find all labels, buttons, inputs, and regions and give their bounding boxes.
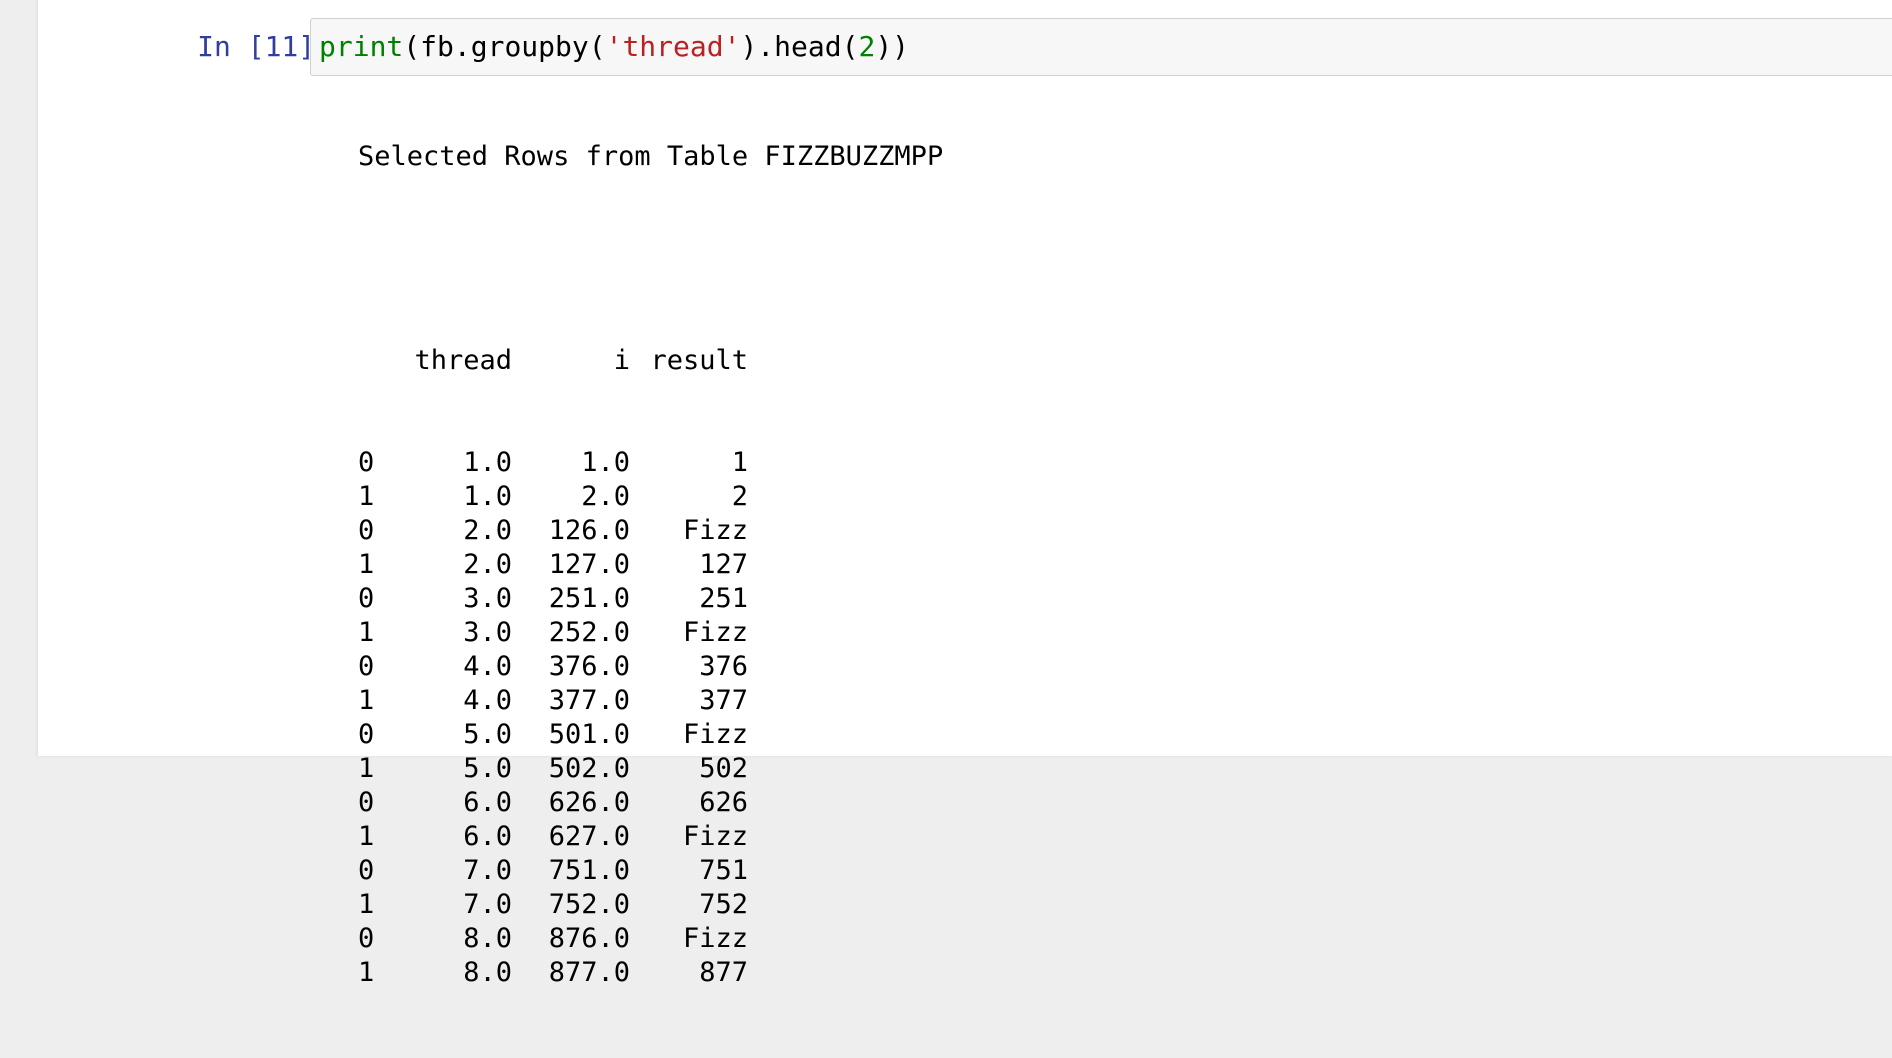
- cell-thread: 6.0: [463, 821, 512, 852]
- cell-thread: 6.0: [463, 787, 512, 818]
- cell-i: 876.0: [548, 923, 630, 954]
- cell-thread: 1.0: [463, 447, 512, 478]
- cell-i: 877.0: [548, 957, 630, 988]
- row-index: 1: [358, 889, 375, 920]
- code-token-call: fb.groupby(: [420, 30, 606, 63]
- output-row: 0 3.0 251.0 251: [358, 582, 943, 616]
- output-title: Selected Rows from Table FIZZBUZZMPP: [358, 141, 944, 172]
- cell-i: 1.0: [581, 447, 630, 478]
- row-index: 0: [358, 719, 375, 750]
- row-index: 0: [358, 787, 375, 818]
- code-token-number: 2: [858, 30, 876, 63]
- output-row: 0 5.0 501.0 Fizz: [358, 718, 943, 752]
- output-row: 1 3.0 252.0 Fizz: [358, 616, 943, 650]
- row-index: 0: [358, 447, 375, 478]
- cell-result: 127: [699, 549, 748, 580]
- cell-thread: 1.0: [463, 481, 512, 512]
- row-index: 1: [358, 821, 375, 852]
- code-token-string: 'thread': [605, 30, 741, 63]
- output-row: 0 6.0 626.0 626: [358, 786, 943, 820]
- cell-i: 2.0: [581, 481, 630, 512]
- column-header-result: result: [650, 345, 748, 376]
- cell-i: 252.0: [548, 617, 630, 648]
- row-index: 1: [358, 617, 375, 648]
- column-header-i: i: [613, 345, 630, 376]
- output-row: 0 1.0 1.0 1: [358, 446, 943, 480]
- cell-thread: 8.0: [463, 923, 512, 954]
- cell-result: 377: [699, 685, 748, 716]
- cell-i: 751.0: [548, 855, 630, 886]
- output-row: 0 8.0 876.0 Fizz: [358, 922, 943, 956]
- cell-i: 502.0: [548, 753, 630, 784]
- cell-thread: 3.0: [463, 583, 512, 614]
- cell-result: 1: [731, 447, 748, 478]
- output-rows: 0 1.0 1.0 1 1 1.0 2.0 2 0 2.0 126.0 Fizz 1 2.0 127.0 12…: [358, 446, 943, 990]
- cell-thread: 4.0: [463, 651, 512, 682]
- cell-thread: 5.0: [463, 719, 512, 750]
- cell-result: 626: [699, 787, 748, 818]
- code-token-method: ).head(: [740, 30, 859, 63]
- row-index: 0: [358, 923, 375, 954]
- cell-output: Selected Rows from Table FIZZBUZZMPP thr…: [358, 72, 943, 1058]
- cell-result: Fizz: [682, 617, 748, 648]
- cell-result: 251: [699, 583, 748, 614]
- cell-result: Fizz: [682, 719, 748, 750]
- output-blank-line: [358, 242, 943, 276]
- cell-thread: 4.0: [463, 685, 512, 716]
- cell-result: Fizz: [682, 923, 748, 954]
- cell-result: 376: [699, 651, 748, 682]
- code-token-paren: (: [403, 30, 421, 63]
- column-header-index: [358, 344, 408, 378]
- row-index: 0: [358, 855, 375, 886]
- cell-thread: 3.0: [463, 617, 512, 648]
- output-row: 1 5.0 502.0 502: [358, 752, 943, 786]
- cell-thread: 8.0: [463, 957, 512, 988]
- cell-thread: 2.0: [463, 549, 512, 580]
- row-index: 1: [358, 753, 375, 784]
- cell-result: Fizz: [682, 821, 748, 852]
- cell-i: 377.0: [548, 685, 630, 716]
- cell-result: 502: [699, 753, 748, 784]
- output-row: 1 7.0 752.0 752: [358, 888, 943, 922]
- cell-i: 627.0: [548, 821, 630, 852]
- output-row: 1 1.0 2.0 2: [358, 480, 943, 514]
- cell-i: 752.0: [548, 889, 630, 920]
- output-row: 1 6.0 627.0 Fizz: [358, 820, 943, 854]
- row-index: 0: [358, 651, 375, 682]
- cell-i: 251.0: [548, 583, 630, 614]
- cell-result: 2: [731, 481, 748, 512]
- code-token-builtin: print: [319, 30, 404, 63]
- row-index: 1: [358, 481, 375, 512]
- cell-result: Fizz: [682, 515, 748, 546]
- cell-thread: 2.0: [463, 515, 512, 546]
- output-row: 0 4.0 376.0 376: [358, 650, 943, 684]
- cell-thread: 5.0: [463, 753, 512, 784]
- output-row: 1 2.0 127.0 127: [358, 548, 943, 582]
- row-index: 0: [358, 583, 375, 614]
- row-index: 0: [358, 515, 375, 546]
- code-line[interactable]: print(fb.groupby('thread').head(2)): [319, 19, 909, 75]
- column-header-thread: thread: [414, 345, 512, 376]
- cell-thread: 7.0: [463, 855, 512, 886]
- cell-thread: 7.0: [463, 889, 512, 920]
- cell-result: 877: [699, 957, 748, 988]
- cell-i: 376.0: [548, 651, 630, 682]
- output-header-row: thread i result: [358, 344, 943, 378]
- cell-i: 501.0: [548, 719, 630, 750]
- row-index: 1: [358, 549, 375, 580]
- cell-i: 126.0: [548, 515, 630, 546]
- output-row: 0 2.0 126.0 Fizz: [358, 514, 943, 548]
- cell-result: 751: [699, 855, 748, 886]
- code-input-area[interactable]: print(fb.groupby('thread').head(2)): [310, 18, 1892, 76]
- notebook-page: In [11]: print(fb.groupby('thread').head…: [38, 0, 1892, 988]
- cell-i: 127.0: [548, 549, 630, 580]
- output-row: 1 4.0 377.0 377: [358, 684, 943, 718]
- output-row: 1 8.0 877.0 877: [358, 956, 943, 990]
- cell-result: 752: [699, 889, 748, 920]
- code-token-close: )): [875, 30, 910, 63]
- cell-i: 626.0: [548, 787, 630, 818]
- row-index: 1: [358, 685, 375, 716]
- row-index: 1: [358, 957, 375, 988]
- output-row: 0 7.0 751.0 751: [358, 854, 943, 888]
